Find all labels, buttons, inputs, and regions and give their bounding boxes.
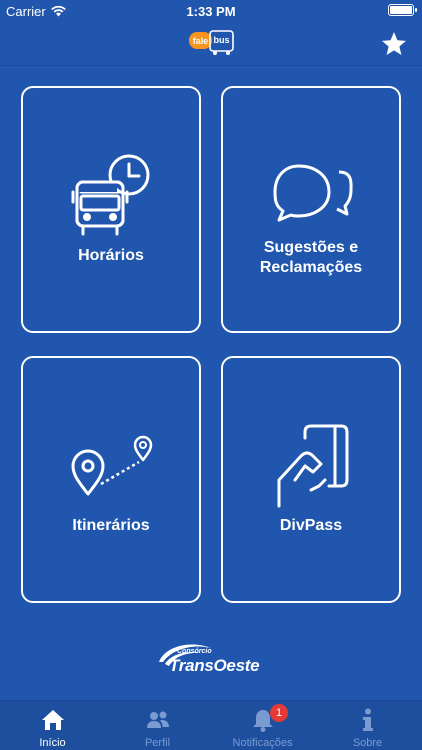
notification-badge: 1	[270, 704, 288, 722]
brand-small-text: Consórcio	[177, 648, 212, 655]
tile-sugestoes[interactable]: Sugestões e Reclamações	[221, 86, 401, 333]
tile-horarios-label: Horários	[78, 247, 144, 264]
transoeste-logo: Consórcio TransOeste	[155, 640, 267, 680]
nav-bar: fale bus	[0, 22, 422, 66]
status-bar: Carrier 1:33 PM	[0, 0, 422, 22]
tab-bar: Início Perfil 1 Notificações Sobre	[0, 700, 422, 750]
tile-horarios[interactable]: Horários	[21, 86, 201, 333]
svg-text:fale: fale	[193, 36, 209, 46]
tab-perfil[interactable]: Perfil	[105, 701, 210, 750]
falebus-logo: fale bus	[189, 30, 234, 55]
tile-divpass[interactable]: DivPass	[221, 356, 401, 603]
info-icon	[363, 708, 373, 731]
tab-notificacoes-label: Notificações	[232, 737, 293, 749]
tile-sugestoes-label-1: Sugestões e	[263, 239, 359, 256]
brand-name-text: TransOeste	[169, 656, 260, 675]
tile-divpass-label: DivPass	[279, 517, 343, 534]
svg-text:bus: bus	[213, 35, 229, 45]
tab-sobre-label: Sobre	[352, 737, 383, 749]
battery-icon	[388, 4, 417, 16]
tile-itinerarios-label: Itinerários	[72, 517, 150, 534]
hand-card-icon	[277, 424, 349, 508]
chat-bubbles-icon	[273, 164, 353, 222]
people-icon	[147, 711, 169, 728]
home-icon	[42, 710, 64, 730]
bus-clock-icon	[71, 154, 150, 236]
favorite-star-button[interactable]	[380, 30, 408, 58]
tab-inicio[interactable]: Início	[0, 701, 105, 750]
tab-inicio-label: Início	[39, 737, 66, 749]
tab-perfil-label: Perfil	[144, 737, 171, 749]
tile-sugestoes-label-2: Reclamações	[259, 259, 363, 276]
route-pins-icon	[71, 435, 153, 496]
tab-sobre[interactable]: Sobre	[315, 701, 420, 750]
tile-itinerarios[interactable]: Itinerários	[21, 356, 201, 603]
tab-notificacoes[interactable]: 1 Notificações	[210, 701, 315, 750]
status-time: 1:33 PM	[186, 4, 236, 19]
